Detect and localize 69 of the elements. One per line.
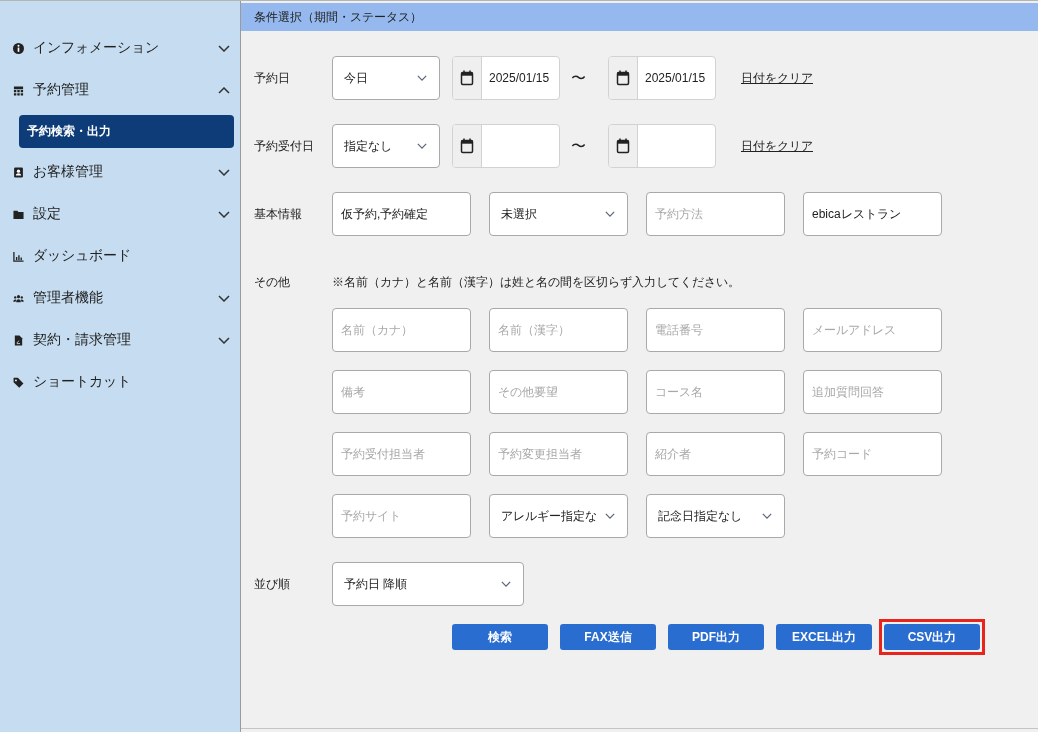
range-separator: 〜 xyxy=(569,136,587,156)
bar-chart-icon xyxy=(13,250,24,262)
input-field[interactable]: 予約方法 xyxy=(646,192,785,236)
calendar-icon xyxy=(609,125,638,167)
info-icon xyxy=(13,42,24,54)
action-button[interactable]: FAX送信 xyxy=(560,624,656,650)
calendar-icon xyxy=(13,84,24,96)
chevron-down-icon xyxy=(762,513,772,519)
input-field[interactable]: 電話番号 xyxy=(646,308,785,352)
sidebar-item[interactable]: 管理者機能 xyxy=(0,277,240,319)
input-field[interactable]: 予約受付担当者 xyxy=(332,432,471,476)
sidebar-subitem[interactable]: 予約検索・出力 xyxy=(19,115,234,148)
action-button[interactable]: 検索 xyxy=(452,624,548,650)
dropdown[interactable]: アレルギー指定な xyxy=(489,494,628,538)
sidebar-item[interactable]: 設定 xyxy=(0,193,240,235)
sidebar-item[interactable]: 契約・請求管理 xyxy=(0,319,240,361)
dropdown[interactable]: 予約日 降順 xyxy=(332,562,524,606)
chevron-down-icon xyxy=(417,143,427,149)
date-field[interactable] xyxy=(608,124,716,168)
folder-icon xyxy=(13,208,24,220)
input-field[interactable]: 追加質問回答 xyxy=(803,370,942,414)
input-field[interactable]: 予約サイト xyxy=(332,494,471,538)
chevron-down-icon xyxy=(501,581,511,587)
action-button[interactable]: PDF出力 xyxy=(668,624,764,650)
clear-date-link[interactable]: 日付をクリア xyxy=(741,69,813,87)
input-field[interactable]: メールアドレス xyxy=(803,308,942,352)
chevron-down-icon xyxy=(605,513,615,519)
dropdown[interactable]: 記念日指定なし xyxy=(646,494,785,538)
sidebar-item[interactable]: 予約管理 xyxy=(0,69,240,111)
section-header: 条件選択（期間・ステータス） xyxy=(241,3,1038,31)
clear-date-link[interactable]: 日付をクリア xyxy=(741,137,813,155)
sidebar-item[interactable]: お客様管理 xyxy=(0,151,240,193)
input-field[interactable]: コース名 xyxy=(646,370,785,414)
calendar-icon xyxy=(453,125,482,167)
chevron-down-icon xyxy=(417,75,427,81)
range-separator: 〜 xyxy=(569,68,587,88)
input-field[interactable]: 仮予約,予約確定 xyxy=(332,192,471,236)
users-icon xyxy=(13,292,24,304)
input-field[interactable]: その他要望 xyxy=(489,370,628,414)
hint-text: ※名前（カナ）と名前（漢字）は姓と名の間を区切らず入力してください。 xyxy=(332,274,740,291)
tag-icon xyxy=(13,376,24,388)
dropdown[interactable]: 今日 xyxy=(332,56,440,100)
contact-card-icon xyxy=(13,166,24,178)
date-field[interactable]: 2025/01/15 xyxy=(608,56,716,100)
dropdown[interactable]: 未選択 xyxy=(489,192,628,236)
field-label: 予約受付日 xyxy=(254,138,314,155)
calendar-icon xyxy=(453,57,482,99)
chevron-down-icon xyxy=(605,211,615,217)
date-field[interactable] xyxy=(452,124,560,168)
calendar-icon xyxy=(609,57,638,99)
input-field[interactable]: 予約変更担当者 xyxy=(489,432,628,476)
field-label: その他 xyxy=(254,274,290,291)
sidebar-item[interactable]: ダッシュボード xyxy=(0,235,240,277)
document-icon xyxy=(13,334,24,346)
field-label: 予約日 xyxy=(254,70,290,87)
input-field[interactable]: 備考 xyxy=(332,370,471,414)
input-field[interactable]: 予約コード xyxy=(803,432,942,476)
field-label: 基本情報 xyxy=(254,206,302,223)
sidebar-item[interactable]: ショートカット xyxy=(0,361,240,403)
input-field[interactable]: 紹介者 xyxy=(646,432,785,476)
date-field[interactable]: 2025/01/15 xyxy=(452,56,560,100)
input-field[interactable]: 名前（カナ） xyxy=(332,308,471,352)
input-field[interactable]: ebicaレストラン xyxy=(803,192,942,236)
action-button[interactable]: EXCEL出力 xyxy=(776,624,872,650)
dropdown[interactable]: 指定なし xyxy=(332,124,440,168)
field-label: 並び順 xyxy=(254,576,290,593)
action-button[interactable]: CSV出力 xyxy=(884,624,980,650)
input-field[interactable]: 名前（漢字） xyxy=(489,308,628,352)
sidebar-item[interactable]: インフォメーション xyxy=(0,27,240,69)
